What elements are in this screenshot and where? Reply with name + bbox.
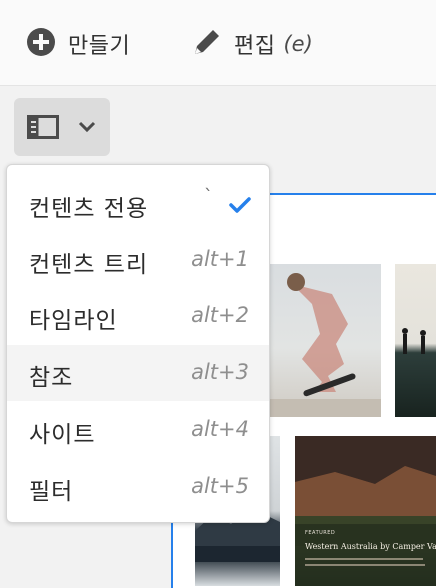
edit-label: 편집 xyxy=(234,34,276,59)
top-toolbar: 만들기 편집 (e) xyxy=(0,0,436,86)
menu-item-shortcut: ` xyxy=(204,186,213,207)
skateboarder-image xyxy=(262,264,381,417)
menu-item-sites[interactable]: 사이트 alt+4 xyxy=(7,402,269,458)
text-line xyxy=(305,564,425,566)
menu-item-label: 필터 xyxy=(29,479,74,505)
side-panel-toggle[interactable] xyxy=(14,98,110,156)
create-button[interactable]: 만들기 xyxy=(26,28,130,60)
menu-item-references[interactable]: 참조 alt+3 xyxy=(7,345,269,401)
text-line xyxy=(305,558,423,560)
menu-item-label: 사이트 xyxy=(29,422,96,448)
menu-item-content-tree[interactable]: 컨텐츠 트리 alt+1 xyxy=(7,232,269,288)
pencil-icon xyxy=(192,27,222,61)
menu-item-timeline[interactable]: 타임라인 alt+2 xyxy=(7,288,269,344)
menu-item-label: 컨텐츠 트리 xyxy=(29,252,149,278)
menu-item-shortcut: alt+4 xyxy=(191,417,249,441)
menu-item-label: 컨텐츠 전용 xyxy=(29,196,149,222)
menu-item-shortcut: alt+5 xyxy=(191,474,249,498)
menu-item-content-only[interactable]: 컨텐츠 전용 ` xyxy=(7,176,269,232)
edit-button[interactable]: 편집 (e) xyxy=(192,28,313,60)
menu-item-label: 타임라인 xyxy=(29,308,118,334)
checkmark-icon xyxy=(229,196,251,218)
canyon-feature-card: FEATURED Western Australia by Camper Van xyxy=(295,436,436,586)
featured-title: Western Australia by Camper Van xyxy=(305,542,436,551)
menu-item-label: 참조 xyxy=(29,365,74,391)
menu-item-shortcut: alt+1 xyxy=(191,247,249,271)
menu-item-filter[interactable]: 필터 alt+5 xyxy=(7,459,269,515)
menu-item-shortcut: alt+2 xyxy=(191,303,249,327)
create-label: 만들기 xyxy=(68,34,131,59)
featured-label: FEATURED xyxy=(305,530,336,536)
chevron-down-icon xyxy=(78,119,96,138)
menu-item-shortcut: alt+3 xyxy=(191,360,249,384)
panel-icon xyxy=(27,115,59,143)
skatepark-image xyxy=(395,264,436,417)
add-circle-icon xyxy=(26,27,56,61)
edit-shortcut: (e) xyxy=(283,32,313,56)
view-mode-menu: 컨텐츠 전용 ` 컨텐츠 트리 alt+1 타임라인 alt+2 참조 alt+… xyxy=(6,164,270,523)
